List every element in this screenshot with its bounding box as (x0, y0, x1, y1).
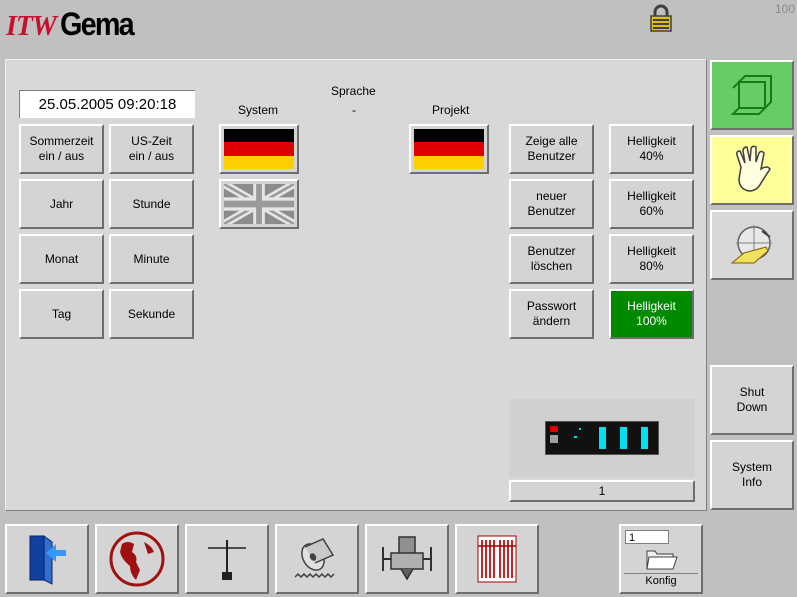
us-time-button[interactable]: US-Zeit ein / aus (109, 124, 194, 174)
konfig-button[interactable]: 1 Konfig (619, 524, 703, 594)
side-green-button[interactable] (710, 60, 794, 130)
folder-icon (646, 550, 678, 570)
conveyor-button[interactable] (275, 524, 359, 594)
hour-button[interactable]: Stunde (109, 179, 194, 229)
filter-cartridge-icon (477, 535, 517, 583)
device-number-bar[interactable]: 1 (509, 480, 695, 502)
konfig-number: 1 (625, 530, 669, 544)
year-button[interactable]: Jahr (19, 179, 104, 229)
globe-button[interactable] (95, 524, 179, 594)
corner-number: 100 (774, 2, 795, 16)
datetime-display: 25.05.2005 09:20:18 (19, 90, 195, 118)
project-flag-germany[interactable] (409, 124, 489, 174)
second-button[interactable]: Sekunde (109, 289, 194, 339)
language-dash: - (352, 103, 356, 117)
axis-stand-icon (208, 540, 246, 580)
exit-door-icon (29, 535, 66, 585)
hand-icon (736, 145, 771, 192)
delete-user-button[interactable]: Benutzer löschen (509, 234, 594, 284)
month-button[interactable]: Monat (19, 234, 104, 284)
daylight-saving-button[interactable]: Sommerzeit ein / aus (19, 124, 104, 174)
language-title: Sprache (331, 84, 376, 98)
konfig-label: Konfig (624, 573, 698, 588)
axis-button[interactable] (185, 524, 269, 594)
spray-target-icon (730, 225, 772, 264)
itw-gema-logo: ITW Gema (6, 6, 141, 46)
uk-flag-icon (224, 184, 294, 224)
show-all-users-button[interactable]: Zeige alle Benutzer (509, 124, 594, 174)
booth-button[interactable] (365, 524, 449, 594)
change-password-button[interactable]: Passwort ändern (509, 289, 594, 339)
logo-itw-text: ITW (6, 11, 57, 42)
system-flag-uk[interactable] (219, 179, 299, 229)
booth-icon (382, 536, 432, 581)
system-info-button[interactable]: System Info (710, 440, 794, 510)
filter-button[interactable] (455, 524, 539, 594)
new-user-button[interactable]: neuer Benutzer (509, 179, 594, 229)
system-flag-germany[interactable] (219, 124, 299, 174)
brightness-100-button[interactable]: Helligkeit 100% (609, 289, 694, 339)
side-yellow-button[interactable] (710, 135, 794, 205)
logo-gema-text: Gema (59, 6, 135, 42)
system-language-label: System (238, 103, 279, 117)
cycle-frame-icon (730, 75, 772, 115)
side-gun-button[interactable] (710, 210, 794, 280)
germany-flag-icon (224, 129, 294, 169)
globe-icon (109, 531, 165, 587)
control-unit-icon (545, 421, 659, 455)
germany-flag-icon (414, 129, 484, 169)
project-language-label: Projekt (432, 103, 470, 117)
minute-button[interactable]: Minute (109, 234, 194, 284)
exit-button[interactable] (5, 524, 89, 594)
powder-roll-icon (294, 538, 335, 579)
brightness-60-button[interactable]: Helligkeit 60% (609, 179, 694, 229)
brightness-80-button[interactable]: Helligkeit 80% (609, 234, 694, 284)
shutdown-button[interactable]: Shut Down (710, 365, 794, 435)
brightness-40-button[interactable]: Helligkeit 40% (609, 124, 694, 174)
day-button[interactable]: Tag (19, 289, 104, 339)
lock-icon[interactable] (649, 4, 673, 32)
